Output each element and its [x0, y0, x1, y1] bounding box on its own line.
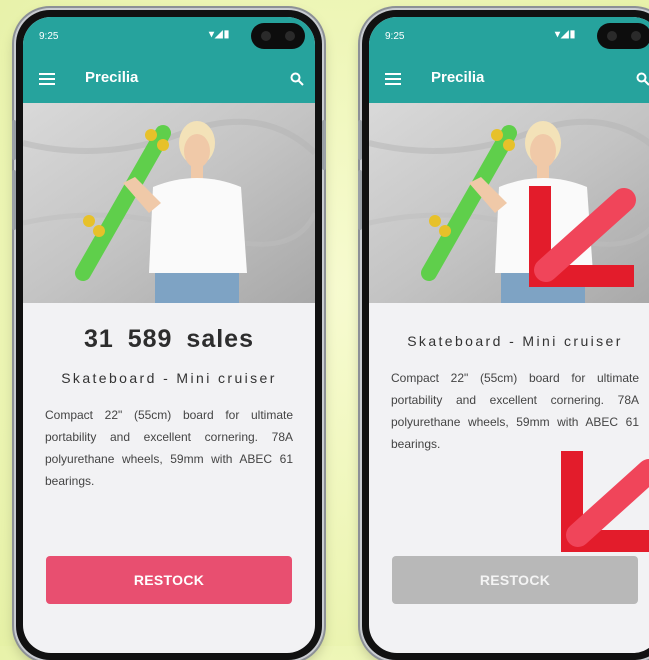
volume-button	[358, 170, 362, 230]
product-name: Skateboard - Mini cruiser	[23, 370, 315, 386]
phone-screen: 9:25 ▾◢▮ Precilia	[369, 17, 649, 653]
menu-icon[interactable]	[385, 73, 401, 85]
phone-frame-left: 9:25 ▾◢▮ Precilia	[16, 10, 322, 660]
app-bar: 9:25 ▾◢▮ Precilia	[23, 17, 315, 103]
product-image	[23, 103, 315, 303]
signal-icon: ▾◢▮	[209, 29, 230, 40]
product-description: Compact 22" (55cm) board for ultimate po…	[391, 367, 639, 455]
arrow-icon	[560, 445, 649, 553]
power-button	[322, 120, 326, 170]
app-bar: 9:25 ▾◢▮ Precilia	[369, 17, 649, 103]
phone-screen: 9:25 ▾◢▮ Precilia	[23, 17, 315, 653]
volume-button	[358, 120, 362, 160]
restock-button[interactable]: RESTOCK	[46, 556, 292, 604]
signal-icon: ▾◢▮	[555, 29, 576, 40]
volume-button	[12, 120, 16, 160]
product-name: Skateboard - Mini cruiser	[369, 333, 649, 349]
volume-button	[12, 170, 16, 230]
camera-icon	[597, 23, 649, 49]
restock-button-disabled[interactable]: RESTOCK	[392, 556, 638, 604]
phone-frame-right: 9:25 ▾◢▮ Precilia	[362, 10, 649, 660]
app-title: Precilia	[431, 69, 484, 86]
status-time: 9:25	[385, 31, 404, 42]
arrow-icon	[528, 180, 640, 288]
search-icon[interactable]	[290, 72, 304, 86]
sales-count: 31 589 sales	[23, 325, 315, 354]
status-time: 9:25	[39, 31, 58, 42]
menu-icon[interactable]	[39, 73, 55, 85]
camera-icon	[251, 23, 305, 49]
app-title: Precilia	[85, 69, 138, 86]
search-icon[interactable]	[636, 72, 649, 86]
product-description: Compact 22" (55cm) board for ultimate po…	[45, 404, 293, 492]
